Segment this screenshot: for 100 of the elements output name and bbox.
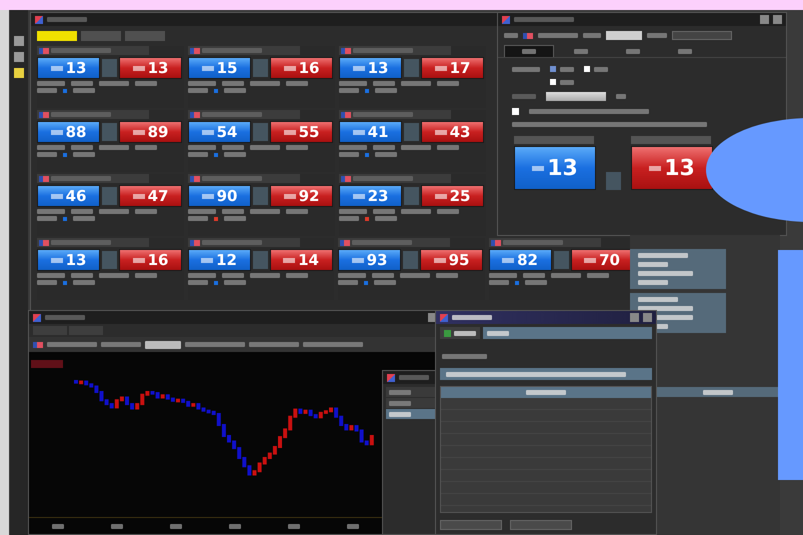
blurred-text: [111, 524, 124, 528]
sell-button[interactable]: 90: [188, 185, 251, 207]
sell-button[interactable]: 23: [339, 185, 402, 207]
sell-button[interactable]: 12: [188, 249, 250, 271]
sell-button[interactable]: 93: [338, 249, 401, 271]
buy-button[interactable]: 16: [270, 57, 333, 79]
sell-button[interactable]: 41: [339, 121, 402, 143]
blurred-text: [71, 209, 93, 214]
blurred-text: [222, 209, 244, 214]
blurred-text: [185, 342, 245, 347]
blurred-text: [222, 273, 244, 278]
blurred-text: [574, 48, 588, 54]
buy-button[interactable]: 55: [270, 121, 333, 143]
blurred-text: [512, 94, 536, 99]
dialog-tab[interactable]: [440, 327, 480, 339]
blurred-text: [202, 48, 262, 53]
blurred-text: [375, 152, 397, 157]
blurred-text: [339, 216, 359, 221]
sell-button[interactable]: 13: [37, 249, 100, 271]
window-icon: [387, 374, 395, 382]
blurred-text: [135, 145, 157, 150]
buy-button[interactable]: 13: [119, 57, 182, 79]
spread-indicator: [102, 187, 117, 205]
blurred-text: [188, 216, 208, 221]
window-icon: [502, 16, 510, 24]
spread-indicator: [102, 123, 117, 141]
blurred-text: [389, 390, 411, 394]
blurred-text: [514, 17, 574, 22]
blurred-text: [224, 280, 246, 285]
radio-option[interactable]: [550, 66, 574, 72]
blurred-text: [550, 273, 580, 278]
blurred-text: [99, 81, 129, 86]
sell-button[interactable]: 15: [188, 57, 251, 79]
blurred-text: [353, 112, 413, 117]
buy-button[interactable]: 14: [270, 249, 332, 271]
blurred-text: [399, 375, 429, 380]
quantity-field[interactable]: [606, 31, 642, 40]
sell-button[interactable]: 13: [514, 146, 596, 190]
blurred-text: [222, 145, 244, 150]
blurred-text: [338, 273, 366, 278]
sell-button[interactable]: 82: [488, 249, 552, 271]
sell-button[interactable]: 46: [37, 185, 100, 207]
radio-option[interactable]: [550, 79, 574, 85]
window-icon: [33, 314, 41, 322]
blurred-text: [339, 81, 367, 86]
flag-icon: [341, 48, 351, 54]
radio-option[interactable]: [584, 66, 608, 72]
blurred-text: [504, 33, 518, 38]
buy-button[interactable]: 89: [119, 121, 182, 143]
sell-button[interactable]: 54: [188, 121, 251, 143]
panel-tab[interactable]: [37, 31, 77, 41]
panel-tab[interactable]: [125, 31, 165, 41]
blurred-text: [188, 81, 216, 86]
blurred-text: [37, 209, 65, 214]
buy-button[interactable]: 47: [119, 185, 182, 207]
blurred-text: [522, 273, 544, 278]
slippage-field[interactable]: [546, 92, 606, 101]
sell-button[interactable]: 13: [37, 57, 100, 79]
buy-button[interactable]: 95: [420, 249, 483, 271]
sell-button[interactable]: 88: [37, 121, 100, 143]
checkbox[interactable]: [512, 108, 519, 115]
blurred-text: [45, 315, 85, 320]
buy-button[interactable]: 17: [421, 57, 484, 79]
dialog-button[interactable]: [440, 520, 502, 530]
blurred-text: [586, 273, 608, 278]
buy-button[interactable]: 43: [421, 121, 484, 143]
blurred-text: [375, 88, 397, 93]
blurred-text: [47, 342, 97, 347]
dialog-tab[interactable]: [483, 327, 652, 339]
dialog-button[interactable]: [510, 520, 572, 530]
order-tab[interactable]: [504, 45, 554, 57]
settings-button[interactable]: [672, 31, 732, 40]
buy-button[interactable]: 13: [631, 146, 713, 190]
flag-icon: [190, 176, 200, 182]
blurred-text: [374, 280, 396, 285]
blurred-text: [202, 176, 262, 181]
blurred-text: [99, 145, 129, 150]
pin-button[interactable]: [630, 313, 639, 322]
buy-button[interactable]: 25: [421, 185, 484, 207]
spread-indicator: [102, 59, 117, 77]
blurred-text: [188, 209, 216, 214]
list-item[interactable]: [386, 409, 438, 419]
blurred-text: [452, 315, 492, 320]
sell-button[interactable]: 13: [339, 57, 402, 79]
blurred-text: [338, 280, 358, 285]
blurred-text: [135, 273, 157, 278]
blurred-text: [51, 240, 111, 245]
flag-icon: [33, 342, 43, 348]
blurred-text: [73, 280, 95, 285]
flag-icon: [190, 48, 200, 54]
panel-tab[interactable]: [81, 31, 121, 41]
buy-button[interactable]: 16: [119, 249, 182, 271]
blurred-text: [353, 176, 413, 181]
blurred-text: [442, 354, 487, 359]
buy-button[interactable]: 92: [270, 185, 333, 207]
blurred-text: [288, 524, 300, 528]
blurred-text: [145, 340, 181, 348]
pin-button[interactable]: [760, 15, 769, 24]
blurred-text: [524, 280, 546, 285]
flag-icon: [341, 112, 351, 118]
